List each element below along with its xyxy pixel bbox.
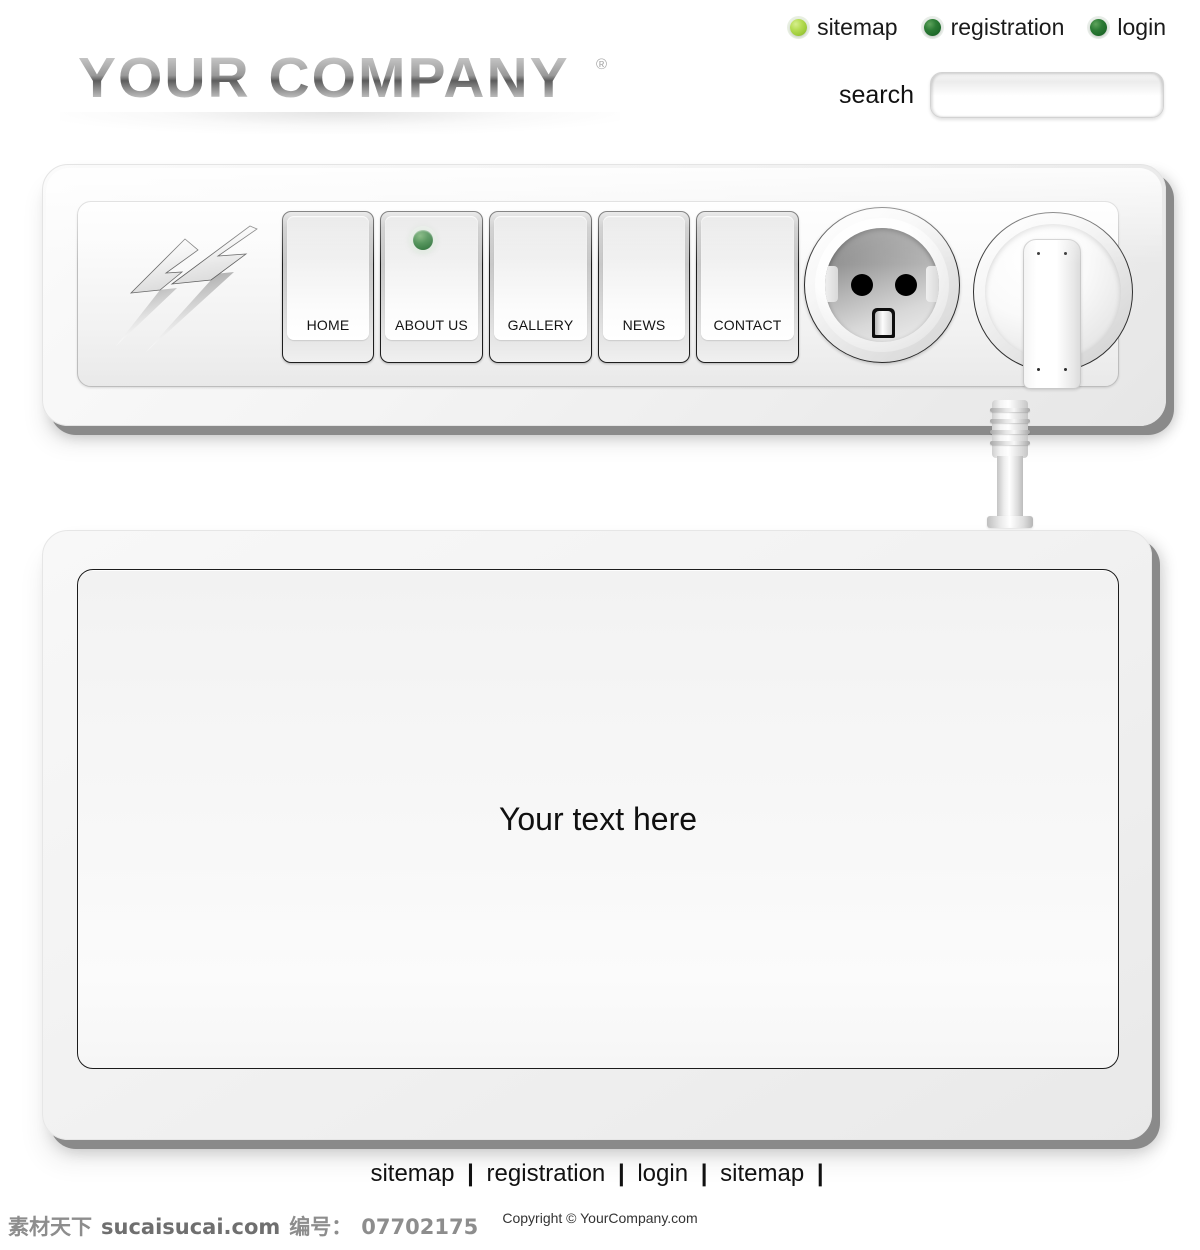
status-dot-icon (923, 19, 941, 36)
socket-earth-pin (872, 308, 895, 338)
footer-separator: | (617, 1160, 625, 1187)
cable-rib (990, 419, 1030, 423)
socket-well (825, 228, 939, 342)
top-link-label: registration (950, 14, 1065, 40)
navigation-inner-plate: HOME ABOUT US GALLERY NEWS CONTACT (77, 201, 1133, 389)
plug-screw-dot (1037, 252, 1040, 255)
content-panel: Your text here (42, 530, 1152, 1140)
cable-rib (990, 430, 1030, 434)
plug-body (1023, 239, 1081, 389)
top-link-sitemap[interactable]: sitemap (790, 14, 898, 41)
cable-rib (990, 408, 1030, 412)
nav-button-contact[interactable]: CONTACT (696, 211, 799, 363)
power-cable-icon (980, 400, 1040, 535)
footer-link-sitemap[interactable]: sitemap (370, 1160, 454, 1187)
nav-button-face: CONTACT (701, 216, 794, 340)
search-input[interactable] (939, 80, 1155, 112)
nav-button-gallery[interactable]: GALLERY (489, 211, 592, 363)
company-logo[interactable]: YOUR COMPANY YOUR COMPANY ® (78, 44, 607, 114)
cable-shaft (997, 456, 1023, 520)
navigation-panel: HOME ABOUT US GALLERY NEWS CONTACT (42, 164, 1166, 426)
watermark-id-value: 07702175 (361, 1215, 479, 1239)
footer-links: sitemap | registration | login | sitemap… (0, 1160, 1200, 1188)
power-socket-icon (804, 207, 960, 363)
plug-screw-dot (1064, 368, 1067, 371)
status-dot-icon (790, 19, 808, 36)
watermark-id-label: 编号： (289, 1215, 353, 1239)
content-placeholder-text: Your text here (498, 800, 698, 837)
nav-button-about-us[interactable]: ABOUT US (380, 211, 483, 363)
socket-pin-hole-right (895, 274, 917, 296)
content-area[interactable]: Your text here (77, 569, 1119, 1069)
search-area: search (839, 72, 1164, 118)
plug-screw-dot (1037, 368, 1040, 371)
logo-reflection (60, 112, 620, 134)
footer-link-sitemap-2[interactable]: sitemap (720, 1160, 804, 1187)
lightning-bolts-icon (94, 210, 270, 380)
watermark-brand: 素材天下 (8, 1215, 92, 1239)
power-plug-icon (968, 197, 1138, 389)
page-root: sitemap registration login YOUR COMPANY … (0, 0, 1200, 1250)
search-label: search (838, 80, 914, 109)
nav-button-news[interactable]: NEWS (598, 211, 690, 363)
nav-button-face: NEWS (603, 216, 685, 340)
nav-button-face: GALLERY (494, 216, 587, 340)
watermark: 素材天下 sucaisucai.com 编号： 07702175 (8, 1211, 478, 1241)
nav-button-label: NEWS (622, 317, 666, 333)
top-link-registration[interactable]: registration (923, 14, 1065, 41)
top-link-label: sitemap (817, 14, 898, 40)
nav-button-face: ABOUT US (385, 216, 478, 340)
nav-button-label: HOME (306, 317, 350, 333)
socket-pin-hole-left (851, 274, 873, 296)
plug-screw-dot (1064, 252, 1067, 255)
nav-button-label: ABOUT US (395, 317, 468, 333)
nav-button-label: CONTACT (713, 317, 782, 333)
header-top-links: sitemap registration login (790, 14, 1166, 41)
logo-text: YOUR COMPANY (78, 46, 570, 110)
search-box[interactable] (930, 72, 1164, 118)
active-led-icon (413, 230, 433, 250)
footer-link-login[interactable]: login (637, 1160, 688, 1187)
nav-button-face: HOME (287, 216, 369, 340)
socket-earth-clip-right (926, 266, 939, 302)
cable-foot (987, 516, 1033, 528)
footer-separator: | (467, 1160, 474, 1187)
cable-rib (990, 441, 1030, 445)
footer-link-registration[interactable]: registration (487, 1160, 606, 1187)
footer-separator: | (700, 1160, 708, 1187)
status-dot-icon (1090, 19, 1108, 36)
top-link-label: login (1117, 14, 1166, 40)
footer-separator: | (816, 1160, 824, 1187)
watermark-site: sucaisucai.com (101, 1215, 281, 1239)
top-link-login[interactable]: login (1090, 14, 1166, 41)
nav-button-home[interactable]: HOME (282, 211, 374, 363)
nav-button-group: HOME ABOUT US GALLERY NEWS CONTACT (282, 211, 799, 363)
nav-button-label: GALLERY (507, 317, 574, 333)
socket-earth-clip-left (825, 266, 838, 302)
trademark-icon: ® (596, 56, 608, 73)
